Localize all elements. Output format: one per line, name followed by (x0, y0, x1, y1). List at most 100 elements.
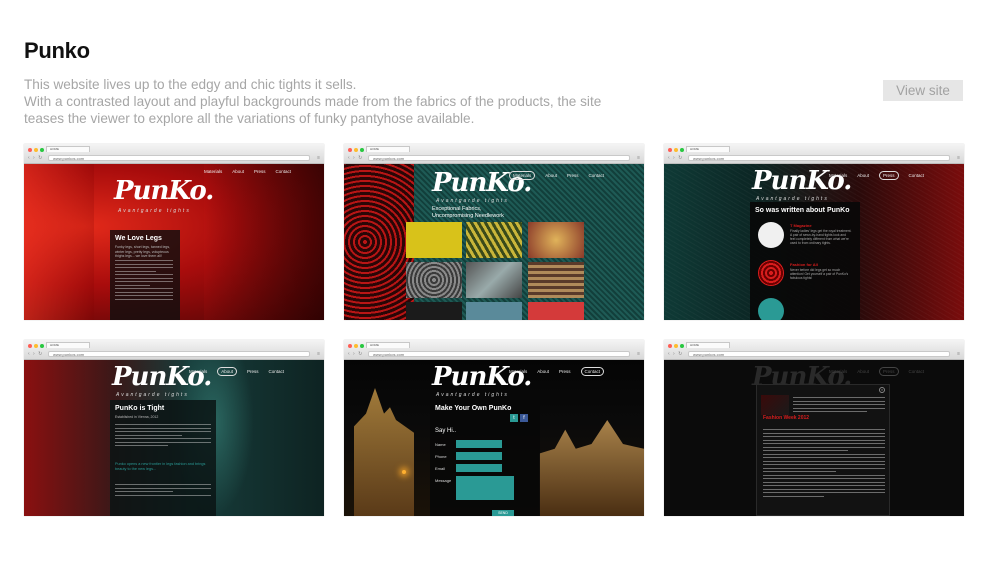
screenshot-about[interactable]: HOME ‹ › ↻ www.punkos.com ≡ PunKo. Avant… (24, 340, 324, 516)
browser-chrome: HOME ‹ › ↻ www.punkos.com ≡ (24, 340, 324, 360)
nav-item: Contact (268, 369, 285, 374)
description-line: With a contrasted layout and playful bac… (24, 94, 602, 109)
heading-line: Exceptional Fabrics, (432, 206, 482, 212)
nav-item: Contact (908, 369, 925, 374)
page-title: Punko (24, 38, 90, 63)
address-bar: www.punkos.com (688, 155, 950, 161)
nav-item: About (537, 369, 550, 374)
browser-nav-icons: ‹ › ↻ (348, 351, 364, 357)
site-nav: Materials About Press Contact (829, 171, 924, 180)
fabric-swatch[interactable] (466, 302, 522, 320)
field-label: Email (435, 466, 446, 471)
email-field[interactable] (456, 464, 502, 472)
browser-chrome: HOME ‹ › ↻ www.punkos.com ≡ (344, 144, 644, 164)
news-modal: × Fashion Week 2012 (756, 384, 890, 516)
fabric-swatch[interactable] (466, 262, 522, 298)
nav-item: Materials (189, 369, 208, 374)
field-label: Message (435, 478, 452, 483)
site-logo: PunKo. (432, 362, 532, 392)
nav-item: About (232, 169, 245, 174)
screenshot-contact[interactable]: HOME ‹ › ↻ www.punkos.com ≡ PunKo. Avant… (344, 340, 644, 516)
press-quote: Finally ladies' legs get the royal treat… (790, 229, 852, 245)
press-panel: So was written about PunKo T Magazine Fi… (750, 202, 860, 320)
view-site-button[interactable]: View site (883, 80, 963, 101)
fabric-swatch[interactable] (528, 222, 584, 258)
panel-heading: Make Your Own PunKo (435, 405, 512, 412)
nav-item: Contact (588, 173, 605, 178)
body-text-lines (115, 424, 211, 449)
press-source: T Magazine (790, 223, 812, 228)
press-source: Fashion for All (790, 262, 818, 267)
field-label: Phone (435, 454, 447, 459)
screenshot-home[interactable]: HOME ‹ › ↻ www.punkos.com ≡ PunKo. Avant… (24, 144, 324, 320)
field-label: Name (435, 442, 446, 447)
nav-item: About (217, 367, 238, 376)
site-logo: PunKo. (752, 166, 852, 196)
screenshot-news[interactable]: HOME ‹ › ↻ www.punkos.com ≡ PunKo. Mater… (664, 340, 964, 516)
say-hi-label: Say Hi.. (435, 428, 457, 434)
press-logo (758, 222, 784, 248)
nav-item: Press (254, 169, 266, 174)
press-quote: Never before did legs get so much attent… (790, 268, 849, 280)
browser-chrome: HOME ‹ › ↻ www.punkos.com ≡ (24, 144, 324, 164)
fabric-swatch[interactable] (406, 222, 462, 258)
facebook-icon[interactable]: f (520, 414, 528, 422)
site-logo: PunKo. (112, 362, 212, 392)
site-tagline: Avantgarde tights (436, 198, 509, 204)
screenshot-press[interactable]: HOME ‹ › ↻ www.punkos.com ≡ PunKo. Avant… (664, 144, 964, 320)
browser-nav-icons: ‹ › ↻ (348, 155, 364, 161)
about-panel: PunKo is Tight Established in Vienna, 20… (110, 400, 216, 516)
site-tagline: Avantgarde tights (116, 392, 189, 398)
street-lamp (402, 470, 406, 474)
materials-heading: Exceptional Fabrics, Uncompromising Need… (432, 206, 504, 220)
browser-chrome: HOME ‹ › ↻ www.punkos.com ≡ (664, 144, 964, 164)
address-bar: www.punkos.com (48, 155, 310, 161)
body-text-lines (115, 484, 211, 498)
menu-icon: ≡ (957, 155, 960, 161)
screenshot-materials[interactable]: HOME ‹ › ↻ www.punkos.com ≡ PunKo. Avant… (344, 144, 644, 320)
panel-heading: We Love Legs (115, 235, 162, 242)
site-nav: Materials About Press Contact (189, 367, 285, 376)
site-tagline: Avantgarde tights (118, 208, 191, 214)
browser-tab: HOME (46, 146, 90, 152)
site-nav: Materials About Press Contact (829, 367, 925, 376)
address-bar: www.punkos.com (48, 351, 310, 357)
fabric-swatch[interactable] (406, 302, 462, 320)
menu-icon: ≡ (317, 351, 320, 357)
close-icon[interactable]: × (879, 387, 885, 393)
panel-heading: PunKo is Tight (115, 405, 165, 412)
description-line: teases the viewer to explore all the var… (24, 111, 475, 126)
fabric-swatch[interactable] (528, 262, 584, 298)
phone-field[interactable] (456, 452, 502, 460)
nav-item: Press (879, 367, 899, 376)
nav-item: Contact (580, 367, 605, 376)
name-field[interactable] (456, 440, 502, 448)
browser-chrome: HOME ‹ › ↻ www.punkos.com ≡ (344, 340, 644, 360)
send-button[interactable]: SEND (492, 510, 514, 516)
fabric-swatch[interactable] (406, 262, 462, 298)
fabric-swatch[interactable] (466, 222, 522, 258)
site-nav: Materials About Press Contact (509, 367, 605, 376)
address-bar: www.punkos.com (368, 155, 630, 161)
browser-tab: HOME (366, 342, 410, 348)
panel-subheading: Funky legs, short legs, tanned legs, win… (115, 245, 171, 258)
nav-item: Press (879, 171, 899, 180)
body-text-lines (115, 260, 173, 302)
message-field[interactable] (456, 476, 514, 500)
fabric-swatch[interactable] (528, 302, 584, 320)
menu-icon: ≡ (637, 351, 640, 357)
site-nav: Materials About Press Contact (204, 169, 291, 174)
panel-subheading: Established in Vienna, 2012 (115, 415, 159, 419)
browser-nav-icons: ‹ › ↻ (28, 155, 44, 161)
body-text-lines (763, 429, 885, 499)
press-logo (758, 298, 784, 320)
nav-item: Materials (829, 173, 848, 178)
twitter-icon[interactable]: t (510, 414, 518, 422)
browser-tab: HOME (686, 146, 730, 152)
highlight-text: Punko opens a new frontier in legs fashi… (115, 462, 206, 471)
menu-icon: ≡ (637, 155, 640, 161)
nav-item: Materials (509, 171, 536, 180)
nav-item: Materials (509, 369, 528, 374)
browser-tab: HOME (686, 342, 730, 348)
nav-item: Press (247, 369, 259, 374)
